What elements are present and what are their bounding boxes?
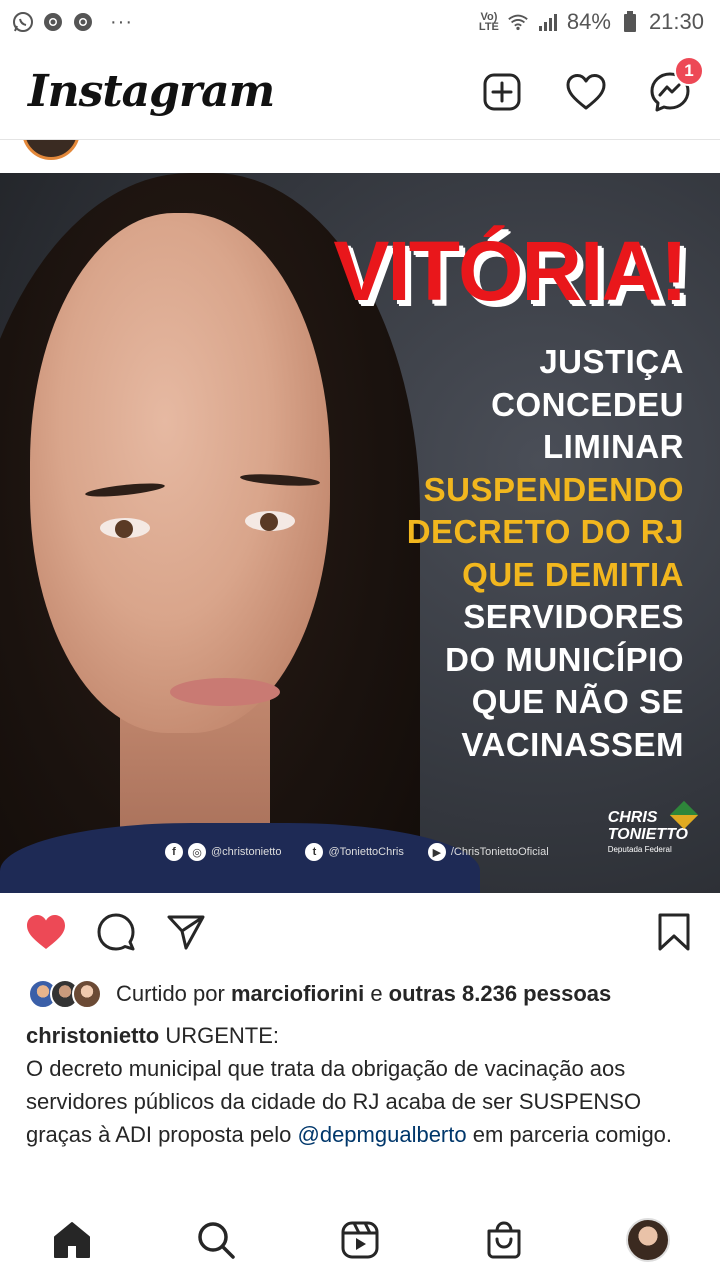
heart-icon	[566, 73, 606, 109]
image-text-line: JUSTIÇA	[539, 343, 684, 380]
battery-icon	[619, 11, 641, 33]
image-text-line: QUE DEMITIA	[462, 555, 684, 593]
signal-icon	[537, 11, 559, 33]
status-right: Vo) LTE 84% 21:30	[479, 9, 704, 35]
social-twitter: t @ToniettoChris	[305, 843, 404, 861]
post-actions	[0, 900, 720, 964]
brand-logo: CHRIS TONIETTO Deputada Federal	[608, 800, 699, 854]
youtube-icon: ▶	[427, 843, 446, 861]
post-headline: VITÓRIA!	[333, 224, 688, 318]
image-text-line: SUSPENDENDO	[423, 470, 684, 508]
home-icon	[54, 1222, 90, 1258]
likes-summary[interactable]: Curtido por marciofiorini e outras 8.236…	[28, 972, 692, 1016]
more-notifications-indicator: ···	[110, 10, 133, 33]
post-image[interactable]: VITÓRIA! JUSTIÇA CONCEDEU LIMINAR SUSPEN…	[0, 173, 720, 893]
image-text-line: DECRETO DO RJ	[406, 513, 684, 550]
caption-text: em parceria comigo.	[466, 1122, 673, 1147]
whatsapp-icon	[12, 11, 34, 33]
liker-username[interactable]: marciofiorini	[231, 981, 364, 1007]
volte-indicator: Vo) LTE	[478, 11, 499, 33]
image-text-line: CONCEDEU	[491, 385, 684, 423]
post-author-avatar[interactable]	[22, 140, 80, 160]
profile-avatar	[626, 1218, 670, 1262]
shop-bag-icon	[487, 1221, 521, 1259]
liker-avatars	[28, 979, 102, 1009]
comment-button[interactable]	[94, 910, 138, 954]
instagram-icon: ◎	[188, 843, 206, 861]
save-button[interactable]	[652, 910, 696, 954]
caption-mention[interactable]: @depmgualberto	[298, 1122, 467, 1147]
likes-prefix: Curtido por	[116, 981, 231, 1006]
messenger-button[interactable]: 1	[648, 55, 704, 114]
status-bar: ··· Vo) LTE 84% 21:30	[0, 0, 720, 44]
chrome-icon	[72, 11, 94, 33]
twitter-icon: t	[305, 843, 324, 861]
status-left: ···	[12, 11, 133, 34]
image-text-line: LIMINAR	[543, 428, 684, 465]
social-handles: f ◎ @christonietto t @ToniettoChris ▶ /C…	[165, 843, 549, 861]
plus-square-icon	[483, 73, 521, 110]
search-icon	[198, 1222, 235, 1259]
caption-text: URGENTE:	[159, 1023, 280, 1048]
post-caption: christonietto URGENTE: O decreto municip…	[26, 1019, 698, 1151]
nav-shop[interactable]	[474, 1210, 534, 1270]
image-text-line: QUE NÃO SE	[471, 683, 684, 720]
chrome-icon	[42, 11, 64, 33]
heart-filled-icon	[27, 915, 65, 949]
battery-percent: 84%	[566, 9, 611, 34]
bottom-nav	[0, 1200, 720, 1280]
reels-icon	[341, 1221, 379, 1259]
status-time: 21:30	[648, 9, 704, 34]
activity-button[interactable]	[564, 70, 608, 114]
post-image-text: JUSTIÇA CONCEDEU LIMINAR SUSPENDENDO DEC…	[264, 341, 684, 766]
bookmark-icon	[658, 913, 690, 951]
app-header: Instagram 1	[0, 44, 720, 140]
likes-count[interactable]: outras 8.236 pessoas	[389, 981, 612, 1007]
nav-search[interactable]	[186, 1210, 246, 1270]
nav-reels[interactable]	[330, 1210, 390, 1270]
image-text-line: VACINASSEM	[461, 725, 684, 763]
notification-badge: 1	[674, 55, 704, 86]
send-icon	[167, 915, 205, 950]
social-facebook-instagram: f ◎ @christonietto	[165, 843, 281, 861]
likes-middle: e	[364, 981, 389, 1006]
image-text-line: SERVIDORES	[463, 598, 684, 635]
image-text-line: DO MUNICÍPIO	[445, 640, 684, 678]
social-youtube: ▶ /ChrisToniettoOficial	[427, 843, 549, 861]
header-actions: 1	[480, 55, 704, 114]
caption-username[interactable]: christonietto	[26, 1023, 159, 1048]
like-button[interactable]	[24, 910, 68, 954]
share-button[interactable]	[164, 910, 208, 954]
facebook-icon: f	[165, 843, 183, 861]
instagram-logo[interactable]: Instagram	[28, 66, 275, 117]
comment-icon	[97, 913, 135, 951]
avatar	[72, 979, 102, 1009]
new-post-button[interactable]	[480, 70, 524, 114]
wifi-icon	[507, 11, 529, 33]
nav-home[interactable]	[42, 1210, 102, 1270]
nav-profile[interactable]	[618, 1210, 678, 1270]
